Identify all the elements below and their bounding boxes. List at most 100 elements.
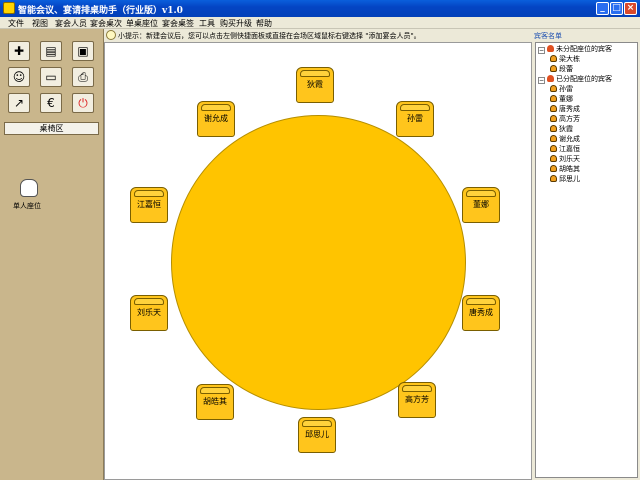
seat[interactable]: 胡皓其 [196,384,234,420]
seat[interactable]: 刘乐天 [130,295,168,331]
collapse-icon[interactable]: − [538,47,545,54]
tree-group-label: 已分配座位的宾客 [556,75,612,83]
minimize-button[interactable]: _ [596,2,609,15]
guest-name: 孙雷 [559,85,573,93]
open-folder-icon[interactable]: ▤ [40,41,62,61]
menu-bar: 文件 视图 宴会人员 宴会桌次 单桌座位 宴会桌签 工具 购买升级 帮助 [0,17,640,29]
guest-name: 谢允成 [559,135,580,143]
seat-name: 孙雷 [407,114,423,123]
guest-name: 邱思儿 [559,175,580,183]
seat[interactable]: 狄霞 [296,67,334,103]
guest-icon [550,95,557,102]
export-icon[interactable]: ↗ [8,93,30,113]
menu-purchase-upgrade[interactable]: 购买升级 [220,18,252,29]
seat[interactable]: 高方芳 [398,382,436,418]
tree-item-guest[interactable]: 高方芳 [550,115,580,124]
tree-item-guest[interactable]: 段蕾 [550,65,573,74]
guest-icon [550,155,557,162]
guest-name: 江嘉恒 [559,145,580,153]
tree-item-guest[interactable]: 胡皓其 [550,165,580,174]
guest-name: 胡皓其 [559,165,580,173]
tree-group-label: 未分配座位的宾客 [556,45,612,53]
window-title: 智能会议、宴请排桌助手（行业版）v1.0 [18,6,183,16]
right-panel: 宾客名单 − 未分配座位的宾客 梁大栋 段蕾 − 已分配座位的宾客 孙雷 董娜 唐秀… [532,29,640,480]
menu-table-cards[interactable]: 宴会桌签 [162,18,194,29]
seat-name: 高方芳 [405,395,429,404]
power-icon[interactable]: ⏻ [72,93,94,113]
menu-view[interactable]: 视图 [32,18,48,29]
guest-icon [550,175,557,182]
guest-icon [550,105,557,112]
guest-icon [550,85,557,92]
single-seat-icon[interactable] [20,179,38,197]
title-bar: 智能会议、宴请排桌助手（行业版）v1.0 _ □ × [0,0,640,17]
tree-group-assigned[interactable]: − 已分配座位的宾客 [538,75,612,84]
tree-item-guest[interactable]: 孙雷 [550,85,573,94]
collapse-icon[interactable]: − [538,77,545,84]
print-icon[interactable]: ⎙ [72,67,94,87]
guest-icon [550,55,557,62]
guest-tree[interactable]: − 未分配座位的宾客 梁大栋 段蕾 − 已分配座位的宾客 孙雷 董娜 唐秀成 高方芳… [535,42,638,478]
seat-name: 谢允成 [204,114,228,123]
tree-group-unassigned[interactable]: − 未分配座位的宾客 [538,45,612,54]
tree-item-guest[interactable]: 江嘉恒 [550,145,580,154]
seat-name: 江嘉恒 [137,200,161,209]
guest-icon [550,145,557,152]
guest-name: 唐秀成 [559,105,580,113]
tree-item-guest[interactable]: 唐秀成 [550,105,580,114]
close-button[interactable]: × [624,2,637,15]
menu-help[interactable]: 帮助 [256,18,272,29]
tree-item-guest[interactable]: 狄霞 [550,125,573,134]
menu-single-table-seats[interactable]: 单桌座位 [126,18,158,29]
lightbulb-icon [106,30,116,40]
round-table[interactable] [171,115,466,410]
guest-name: 梁大栋 [559,55,580,63]
guest-name: 狄霞 [559,125,573,133]
id-card-icon[interactable]: ▭ [40,67,62,87]
seat-name: 狄霞 [307,80,323,89]
menu-file[interactable]: 文件 [8,18,24,29]
guest-icon [550,125,557,132]
single-seat-label: 单人座位 [13,202,41,210]
guest-icon [550,65,557,72]
seat[interactable]: 谢允成 [197,101,235,137]
seat[interactable]: 董娜 [462,187,500,223]
seat-name: 胡皓其 [203,397,227,406]
seat-name: 董娜 [473,200,489,209]
seat-name: 唐秀成 [469,308,493,317]
menu-guests[interactable]: 宴会人员 [55,18,87,29]
seat-name: 邱思儿 [305,430,329,439]
seat[interactable]: 孙雷 [396,101,434,137]
app-icon [3,2,15,14]
hint-bar: 小提示：新建会议后，您可以点击左侧快捷面板或直接在会场区域鼠标右键选择 "添加宴… [104,29,532,42]
tree-item-guest[interactable]: 刘乐天 [550,155,580,164]
furniture-section-header[interactable]: 桌椅区 [4,122,99,135]
venue-canvas[interactable]: 狄霞 孙雷 董娜 唐秀成 高方芳 邱思儿 胡皓其 刘乐天 江嘉恒 谢允成 [104,42,532,480]
tree-item-guest[interactable]: 梁大栋 [550,55,580,64]
add-person-icon[interactable]: ☺ [8,67,30,87]
menu-tools[interactable]: 工具 [199,18,215,29]
guest-icon [550,115,557,122]
guest-icon [550,135,557,142]
guest-name: 董娜 [559,95,573,103]
save-icon[interactable]: ▣ [72,41,94,61]
seat-name: 刘乐天 [137,308,161,317]
guest-name: 高方芳 [559,115,580,123]
hint-text: 小提示：新建会议后，您可以点击左侧快捷面板或直接在会场区域鼠标右键选择 "添加宴… [118,32,421,40]
left-panel: ✚ ▤ ▣ ☺ ▭ ⎙ ↗ € ⏻ 桌椅区 单人座位 [0,29,104,480]
tree-item-guest[interactable]: 董娜 [550,95,573,104]
guest-icon [550,165,557,172]
maximize-button[interactable]: □ [610,2,623,15]
tree-item-guest[interactable]: 邱思儿 [550,175,580,184]
guest-name: 刘乐天 [559,155,580,163]
tree-item-guest[interactable]: 谢允成 [550,135,580,144]
seat[interactable]: 邱思儿 [298,417,336,453]
seat[interactable]: 江嘉恒 [130,187,168,223]
group-icon [547,75,554,82]
group-icon [547,45,554,52]
menu-tables[interactable]: 宴会桌次 [90,18,122,29]
seat[interactable]: 唐秀成 [462,295,500,331]
money-icon[interactable]: € [40,93,62,113]
guest-name: 段蕾 [559,65,573,73]
new-doc-icon[interactable]: ✚ [8,41,30,61]
